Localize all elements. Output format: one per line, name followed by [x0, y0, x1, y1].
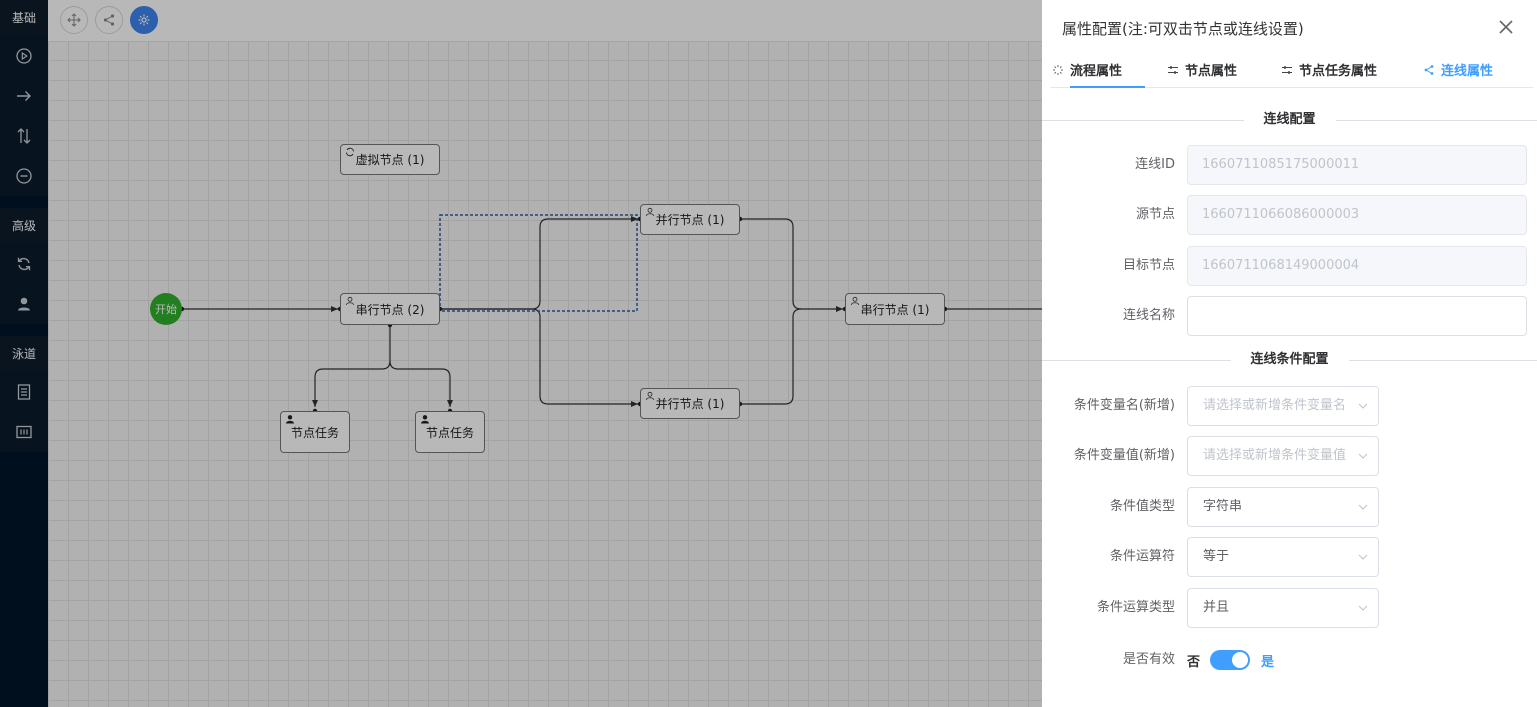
sliders-icon	[1168, 65, 1178, 74]
line-id-input[interactable]: 1660711085175000011	[1187, 145, 1527, 185]
close-icon[interactable]	[1497, 18, 1515, 36]
field-line-id: 连线ID 1660711085175000011	[1042, 145, 1537, 185]
select-placeholder: 请选择或新增条件变量值	[1203, 448, 1347, 463]
chevron-down-icon	[1358, 504, 1368, 510]
tab-label: 节点任务属性	[1299, 64, 1378, 79]
condition-op-type-select[interactable]: 并且	[1187, 588, 1379, 628]
field-condition-op-type: 条件运算类型 并且	[1042, 588, 1537, 628]
condition-var-value-select[interactable]: 请选择或新增条件变量值	[1187, 436, 1379, 476]
tab-node-task-props[interactable]: 节点任务属性	[1281, 60, 1377, 79]
chevron-down-icon	[1358, 605, 1368, 611]
drawer-title: 属性配置(注:可双击节点或连线设置)	[1062, 20, 1304, 38]
field-label: 条件变量名(新增)	[1073, 398, 1175, 413]
field-label: 目标节点	[1122, 258, 1175, 273]
field-target-node: 目标节点 1660711068149000004	[1042, 246, 1537, 286]
field-label: 条件值类型	[1109, 499, 1175, 514]
switch-off-label[interactable]: 否	[1187, 651, 1200, 670]
tab-label: 连线属性	[1441, 64, 1494, 79]
field-label: 连线名称	[1122, 308, 1175, 323]
drawer-header: 属性配置(注:可双击节点或连线设置)	[1042, 0, 1537, 56]
select-placeholder: 请选择或新增条件变量名	[1203, 398, 1347, 413]
tab-active-indicator	[1070, 86, 1145, 88]
field-label: 条件变量值(新增)	[1073, 448, 1175, 463]
drawer-backdrop[interactable]	[0, 0, 1042, 707]
field-is-valid: 是否有效 否 是	[1042, 640, 1537, 680]
tab-label: 节点属性	[1185, 64, 1238, 79]
field-label: 连线ID	[1135, 157, 1175, 172]
valid-toggle-switch[interactable]	[1210, 650, 1250, 670]
field-label: 是否有效	[1122, 652, 1175, 667]
chevron-down-icon	[1358, 403, 1368, 409]
section-divider-line-config: 连线配置	[1042, 110, 1537, 130]
section-divider-condition-config: 连线条件配置	[1042, 350, 1537, 370]
field-label: 源节点	[1135, 207, 1175, 222]
tab-node-props[interactable]: 节点属性	[1167, 60, 1237, 79]
condition-value-type-select[interactable]: 字符串	[1187, 487, 1379, 527]
field-label: 条件运算类型	[1096, 600, 1175, 615]
field-condition-var-value: 条件变量值(新增) 请选择或新增条件变量值	[1042, 436, 1537, 476]
field-label: 条件运算符	[1109, 549, 1175, 564]
property-tabs: 流程属性 节点属性 节点任务属性 连线属性	[1050, 56, 1533, 88]
condition-var-name-select[interactable]: 请选择或新增条件变量名	[1187, 386, 1379, 426]
sliders-icon	[1282, 65, 1292, 74]
chevron-down-icon	[1358, 453, 1368, 459]
share-icon	[1424, 64, 1434, 75]
section-title: 连线配置	[1243, 110, 1336, 130]
loading-icon	[1053, 64, 1063, 75]
switch-knob	[1232, 652, 1248, 668]
condition-operator-select[interactable]: 等于	[1187, 537, 1379, 577]
property-drawer: 属性配置(注:可双击节点或连线设置) 流程属性 节点属性 节点任务属性 连线属性…	[1042, 0, 1537, 707]
line-name-input[interactable]	[1187, 296, 1527, 336]
target-node-input[interactable]: 1660711068149000004	[1187, 246, 1527, 286]
tab-process-props[interactable]: 流程属性	[1052, 60, 1122, 79]
tab-label: 流程属性	[1070, 64, 1123, 79]
switch-on-label[interactable]: 是	[1261, 651, 1274, 670]
field-line-name: 连线名称	[1042, 296, 1537, 336]
section-title: 连线条件配置	[1230, 350, 1349, 370]
chevron-down-icon	[1358, 554, 1368, 560]
select-value: 并且	[1203, 600, 1230, 615]
field-source-node: 源节点 1660711066086000003	[1042, 195, 1537, 235]
field-condition-operator: 条件运算符 等于	[1042, 537, 1537, 577]
field-condition-value-type: 条件值类型 字符串	[1042, 487, 1537, 527]
field-condition-var-name: 条件变量名(新增) 请选择或新增条件变量名	[1042, 386, 1537, 426]
select-value: 字符串	[1203, 499, 1243, 514]
source-node-input[interactable]: 1660711066086000003	[1187, 195, 1527, 235]
tab-line-props[interactable]: 连线属性	[1423, 60, 1493, 79]
select-value: 等于	[1203, 549, 1230, 564]
